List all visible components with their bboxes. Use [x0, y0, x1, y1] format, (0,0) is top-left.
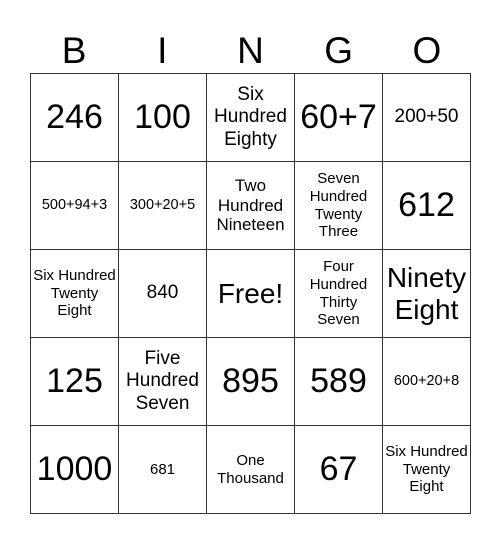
bingo-cell[interactable]: 60+7	[295, 74, 383, 162]
cell-label: Five Hundred Seven	[126, 348, 199, 414]
bingo-cell[interactable]: Four Hundred Thirty Seven	[295, 250, 383, 338]
bingo-header: B I N G O	[30, 28, 471, 73]
cell-label: 1000	[36, 449, 113, 488]
bingo-cell[interactable]: One Thousand	[207, 426, 295, 514]
bingo-cell[interactable]: 612	[383, 162, 471, 250]
cell-label: 840	[146, 282, 179, 304]
header-letter-b: B	[61, 30, 87, 71]
bingo-cell[interactable]: Six Hundred Twenty Eight	[31, 250, 119, 338]
cell-label: Two Hundred Nineteen	[216, 175, 285, 235]
bingo-cell[interactable]: Two Hundred Nineteen	[207, 162, 295, 250]
cell-label: Seven Hundred Twenty Three	[309, 170, 368, 241]
bingo-cell[interactable]: 200+50	[383, 74, 471, 162]
cell-label: 681	[149, 460, 176, 478]
bingo-cell[interactable]: 895	[207, 338, 295, 426]
bingo-cell[interactable]: Six Hundred Eighty	[207, 74, 295, 162]
header-letter-n: N	[237, 30, 264, 71]
cell-label: Six Hundred Eighty	[214, 84, 287, 150]
cell-label: 600+20+8	[393, 373, 460, 390]
cell-label: 100	[134, 97, 191, 136]
bingo-cell[interactable]: Seven Hundred Twenty Three	[295, 162, 383, 250]
bingo-cell[interactable]: 125	[31, 338, 119, 426]
cell-label: Ninety Eight	[386, 262, 467, 325]
bingo-cell[interactable]: Five Hundred Seven	[119, 338, 207, 426]
bingo-cell[interactable]: 589	[295, 338, 383, 426]
header-letter-i: I	[157, 30, 168, 71]
bingo-cell[interactable]: 681	[119, 426, 207, 514]
cell-label: Four Hundred Thirty Seven	[309, 258, 368, 329]
cell-label: 612	[398, 185, 455, 224]
cell-label: 60+7	[300, 97, 377, 136]
header-letter-g: G	[324, 30, 354, 71]
bingo-cell[interactable]: 500+94+3	[31, 162, 119, 250]
bingo-cell[interactable]: 1000	[31, 426, 119, 514]
bingo-grid: 246 100 Six Hundred Eighty 60+7 200+50 500+94…	[30, 73, 471, 514]
cell-label: 500+94+3	[41, 197, 108, 214]
bingo-cell[interactable]: Ninety Eight	[383, 250, 471, 338]
cell-label: 300+20+5	[129, 197, 196, 214]
bingo-cell[interactable]: 100	[119, 74, 207, 162]
cell-label: 200+50	[394, 106, 459, 128]
bingo-cell[interactable]: Six Hundred Twenty Eight	[383, 426, 471, 514]
free-space-cell[interactable]: Free!	[207, 250, 295, 338]
cell-label: Free!	[217, 277, 284, 309]
cell-label: Six Hundred Twenty Eight	[33, 267, 116, 320]
bingo-cell[interactable]: 67	[295, 426, 383, 514]
cell-label: One Thousand	[217, 451, 284, 487]
bingo-cell[interactable]: 600+20+8	[383, 338, 471, 426]
cell-label: 589	[310, 361, 367, 400]
bingo-cell[interactable]: 246	[31, 74, 119, 162]
cell-label: 125	[46, 361, 103, 400]
header-letter-o: O	[412, 30, 442, 71]
cell-label: 67	[319, 449, 358, 488]
bingo-cell[interactable]: 840	[119, 250, 207, 338]
cell-label: 895	[222, 361, 279, 400]
cell-label: 246	[46, 97, 103, 136]
cell-label: Six Hundred Twenty Eight	[385, 443, 468, 496]
bingo-cell[interactable]: 300+20+5	[119, 162, 207, 250]
